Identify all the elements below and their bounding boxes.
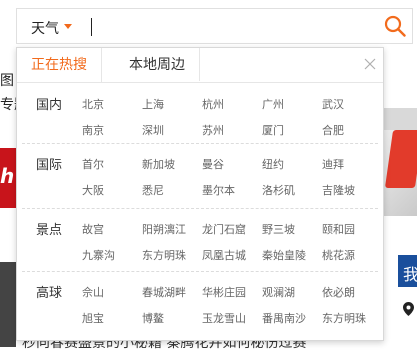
hot-search-link[interactable]: 纽约 [262,156,284,172]
hot-search-link[interactable]: 新加坡 [142,156,175,172]
hot-search-link[interactable]: 华彬庄园 [202,284,246,300]
hot-search-link[interactable]: 曼谷 [202,156,224,172]
hot-search-link[interactable]: 番禺南沙 [262,310,306,326]
location-pin-icon [403,302,414,320]
hot-search-link[interactable]: 墨尔本 [202,182,235,198]
hot-search-link[interactable]: 悉尼 [142,182,164,198]
close-icon[interactable] [364,58,376,70]
section-divider [22,271,378,272]
hot-search-link[interactable]: 上海 [142,96,164,112]
hot-search-link[interactable]: 颐和园 [322,221,355,237]
section-divider [22,208,378,209]
hot-search-link[interactable]: 广州 [262,96,284,112]
section-divider [22,143,378,144]
hot-search-link[interactable]: 春城湖畔 [142,284,186,300]
category-label-domestic: 国内 [36,98,63,113]
hot-search-dropdown: 正在热搜 本地周边 国内 北京 上海 杭州 广州 武汉南京 深圳 苏州 厦门 合肥国际 首尔 新加坡 曼… [16,47,384,341]
background-banner-text: h [0,164,15,188]
background-image [0,262,16,347]
hot-search-link[interactable]: 依必朗 [322,284,355,300]
hot-search-link[interactable]: 阳朔漓江 [142,221,186,237]
hot-search-link[interactable]: 苏州 [202,122,224,138]
hot-search-link[interactable]: 旭宝 [82,310,104,326]
triangle-down-icon[interactable] [64,24,72,29]
category-label-scenic: 景点 [36,223,63,238]
magnifier-icon[interactable] [384,15,406,37]
category-label-international: 国际 [36,158,63,173]
hot-search-link[interactable]: 东方明珠 [322,310,366,326]
hot-search-link[interactable]: 桃花源 [322,247,355,263]
hot-search-link[interactable]: 首尔 [82,156,104,172]
text-cursor [91,18,92,36]
background-image [383,108,417,216]
hot-search-link[interactable]: 南京 [82,122,104,138]
background-tab[interactable]: 我 [398,255,417,287]
hot-search-link[interactable]: 厦门 [262,122,284,138]
background-banner: h [0,148,16,208]
hot-search-link[interactable]: 洛杉矶 [262,182,295,198]
hot-search-link[interactable]: 武汉 [322,96,344,112]
hot-search-link[interactable]: 合肥 [322,122,344,138]
hot-search-link[interactable]: 吉隆坡 [322,182,355,198]
hot-search-link[interactable]: 故宫 [82,221,104,237]
hot-search-link[interactable]: 凤凰古城 [202,247,246,263]
hot-search-link[interactable]: 博鳌 [142,310,164,326]
tab-nearby[interactable]: 本地周边 [115,48,200,81]
tab-hot-search[interactable]: 正在热搜 [17,48,102,82]
hot-search-link[interactable]: 佘山 [82,284,104,300]
background-text: 图 [0,73,14,89]
hot-search-link[interactable]: 观澜湖 [262,284,295,300]
hot-search-link[interactable]: 大阪 [82,182,104,198]
hot-search-link[interactable]: 北京 [82,96,104,112]
hot-search-link[interactable]: 迪拜 [322,156,344,172]
hot-search-link[interactable]: 玉龙雪山 [202,310,246,326]
search-bar[interactable]: 天气 [16,8,413,44]
city-selector[interactable]: 天气 [31,18,59,38]
hot-search-link[interactable]: 九寨沟 [82,247,115,263]
hot-search-link[interactable]: 野三坡 [262,221,295,237]
dropdown-tabs: 正在热搜 本地周边 [17,48,383,83]
category-label-golf: 高球 [36,286,63,301]
hot-search-link[interactable]: 龙门石窟 [202,221,246,237]
hot-search-link[interactable]: 秦始皇陵 [262,247,306,263]
hot-search-link[interactable]: 深圳 [142,122,164,138]
hot-search-link[interactable]: 杭州 [202,96,224,112]
background-tab-label: 我 [403,265,417,284]
hot-search-link[interactable]: 东方明珠 [142,247,186,263]
